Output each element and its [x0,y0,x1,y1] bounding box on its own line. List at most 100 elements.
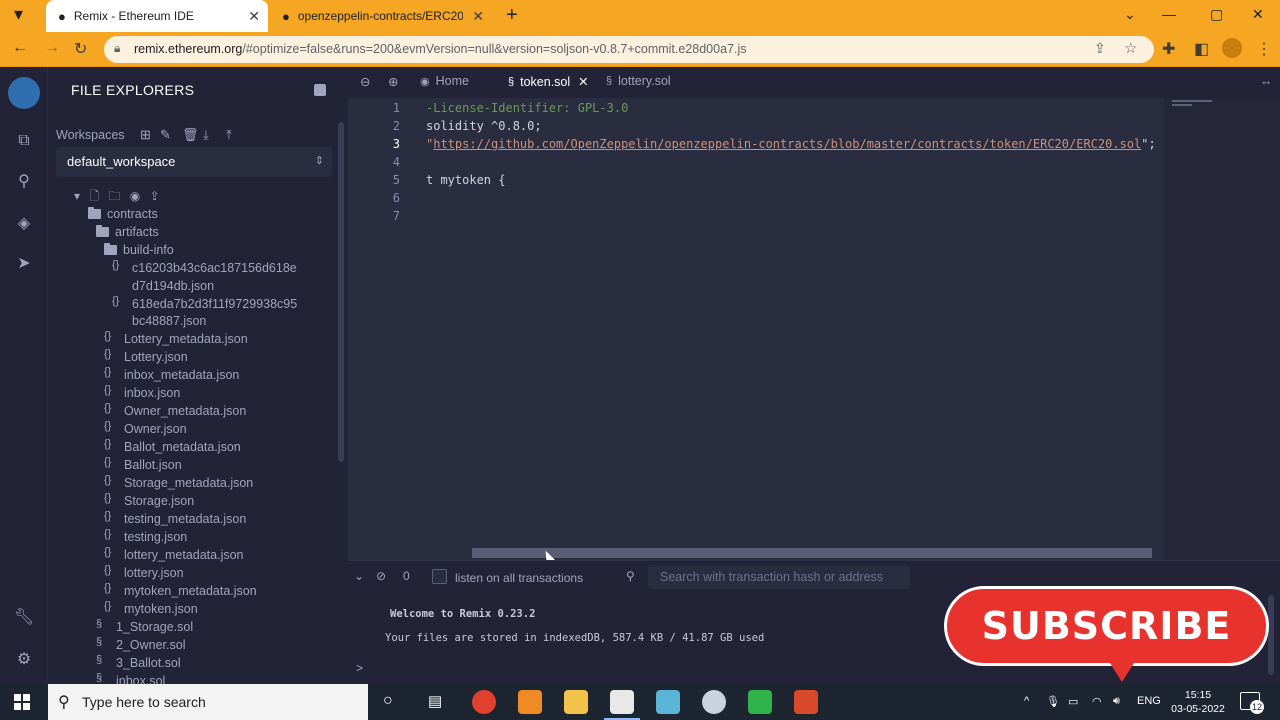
task-view-icon[interactable]: ▤ [428,692,442,710]
sidebar-scrollbar[interactable] [338,122,344,462]
zoom-out-icon[interactable]: ⊖ [360,74,370,89]
deploy-run-icon[interactable]: ➤ [12,251,36,275]
paint-app-icon[interactable] [702,690,726,714]
github-publish-icon[interactable]: ◉ [130,189,140,203]
extensions-puzzle-icon[interactable]: ✚ [1162,39,1175,59]
new-tab-plus-icon[interactable]: + [506,4,518,27]
tree-file[interactable]: {} c16203b43c6ac187156d618e [112,259,297,277]
horizontal-scrollbar[interactable] [472,548,1152,558]
tree-file[interactable]: {} testing.json [104,528,187,546]
close-icon[interactable]: ✕ [472,8,484,25]
chrome-icon[interactable] [472,690,496,714]
file-explorer-icon[interactable]: ⧉ [12,129,36,153]
share-icon[interactable]: ⇪ [1094,40,1106,57]
browser-tab-remix[interactable]: ● Remix - Ethereum IDE ✕ [46,0,268,32]
camtasia-red-icon[interactable] [794,690,818,714]
search-icon[interactable]: ⚲ [12,169,36,193]
close-tab-icon[interactable]: ✕ [578,74,588,89]
restore-workspace-icon[interactable]: ⤒ [226,127,232,143]
tree-file[interactable]: {} inbox_metadata.json [104,366,239,384]
notes-app-icon[interactable] [656,690,680,714]
tray-chevron-icon[interactable]: ^ [1024,695,1029,707]
tx-search-input[interactable]: Search with transaction hash or address [648,565,910,589]
language-indicator[interactable]: ENG [1137,695,1161,707]
tree-file[interactable]: {} mytoken.json [104,600,198,618]
clear-console-icon[interactable]: ⊘ [376,569,386,583]
tree-file[interactable]: {} mytoken_metadata.json [104,582,257,600]
import-url[interactable]: https://github.com/OpenZeppelin/openzepp… [433,137,1141,151]
expand-editor-icon[interactable]: ↔ [1260,74,1273,88]
notepad-app-icon[interactable] [604,690,640,720]
windows-start-icon[interactable] [14,694,30,710]
tree-file[interactable]: {} inbox.json [104,384,180,402]
maximize-icon[interactable]: ▢ [1210,6,1223,23]
system-clock[interactable]: 15:15 03-05-2022 [1168,688,1228,716]
tree-file[interactable]: {} 618eda7b2d3f11f9729938c95 [112,295,297,313]
volume-icon[interactable]: 🔊︎ [1113,695,1120,708]
tree-file[interactable]: {} Storage_metadata.json [104,474,253,492]
tree-folder[interactable]: build-info [104,241,174,259]
tab-search-icon[interactable]: ▾ [14,4,23,25]
window-close-icon[interactable]: ✕ [1252,6,1264,23]
tree-file[interactable]: {} testing_metadata.json [104,510,246,528]
tab-list-chevron-icon[interactable]: ⌄ [1124,6,1136,23]
collapse-caret-icon[interactable]: ▾ [74,189,80,203]
bookmark-star-icon[interactable]: ☆ [1124,39,1137,57]
taskbar-search-input[interactable]: ⚲ Type here to search [48,684,368,720]
tree-file[interactable]: {} Ballot.json [104,456,182,474]
tree-item-label-continued[interactable]: d7d194db.json [132,277,214,295]
reload-icon[interactable]: ↻ [74,39,87,59]
tree-file[interactable]: {} Storage.json [104,492,194,510]
zoom-in-icon[interactable]: ⊕ [388,74,398,89]
wifi-icon[interactable]: ◠ [1092,695,1102,708]
remix-logo-icon[interactable] [8,77,40,109]
lock-icon[interactable]: 🔒︎ [114,41,120,56]
tree-file[interactable]: {} lottery_metadata.json [104,546,244,564]
tree-file[interactable]: § inbox.sol [96,672,165,684]
code-editor[interactable]: 1 2 3 4 5 6 7 -License-Identifier: GPL-3… [348,98,1280,560]
solidity-compiler-icon[interactable]: ◈ [12,211,36,235]
battery-icon[interactable]: ▭ [1068,695,1078,708]
workspace-select[interactable]: default_workspace ⇕ [56,147,332,177]
new-file-icon[interactable]: 🗋︎ [89,189,99,203]
terminal-scrollbar[interactable] [1268,595,1274,675]
new-folder-icon[interactable]: 🗀︎ [108,189,120,203]
plugin-manager-icon[interactable]: 🔧︎ [12,605,36,629]
download-workspace-icon[interactable]: ⤓ [203,127,209,143]
tree-file[interactable]: {} Lottery_metadata.json [104,330,248,348]
close-icon[interactable]: ✕ [248,8,260,25]
minimize-icon[interactable]: — [1162,6,1176,22]
side-panel-icon[interactable]: ◧ [1194,39,1209,59]
address-bar[interactable]: 🔒︎ remix.ethereum.org/#optimize=false&ru… [104,36,1154,63]
tree-file[interactable]: {} Lottery.json [104,348,188,366]
terminal-prompt[interactable]: > [356,661,363,675]
close-panel-icon[interactable] [314,84,326,96]
listen-checkbox[interactable] [432,569,447,584]
microphone-icon[interactable]: 🎙︎ [1046,695,1060,708]
tree-file[interactable]: {} lottery.json [104,564,184,582]
profile-avatar[interactable] [1222,38,1242,58]
browser-menu-icon[interactable]: ⋮ [1256,39,1272,59]
tree-item-label-continued[interactable]: bc48887.json [132,312,206,330]
browser-tab-github[interactable]: ● openzeppelin-contracts/ERC20.s ✕ [270,0,492,32]
collapse-terminal-icon[interactable]: ⌄ [354,569,364,583]
tab-lottery-sol[interactable]: § lottery.sol [606,74,671,88]
tree-file[interactable]: § 3_Ballot.sol [96,654,181,672]
file-explorer-icon[interactable] [564,690,588,714]
upload-icon[interactable]: ⇪ [150,189,160,203]
back-arrow-icon[interactable]: ← [12,39,28,57]
tab-home[interactable]: ◉ Home [420,74,469,88]
tab-token-sol[interactable]: § token.sol ✕ [508,74,589,90]
tree-file[interactable]: § 1_Storage.sol [96,618,193,636]
cortana-icon[interactable]: ○ [383,692,393,710]
tree-folder[interactable]: contracts [88,205,158,223]
rename-workspace-icon[interactable]: ✎ [160,127,171,143]
delete-workspace-icon[interactable]: 🗑︎ [182,127,199,143]
tree-folder[interactable]: artifacts [96,223,159,241]
create-workspace-icon[interactable]: ⊞ [140,127,151,143]
tree-file[interactable]: {} Ballot_metadata.json [104,438,241,456]
forward-arrow-icon[interactable]: → [44,39,60,57]
tree-file[interactable]: {} Owner_metadata.json [104,402,246,420]
settings-gear-icon[interactable]: ⚙ [12,647,36,671]
sublime-text-icon[interactable] [518,690,542,714]
